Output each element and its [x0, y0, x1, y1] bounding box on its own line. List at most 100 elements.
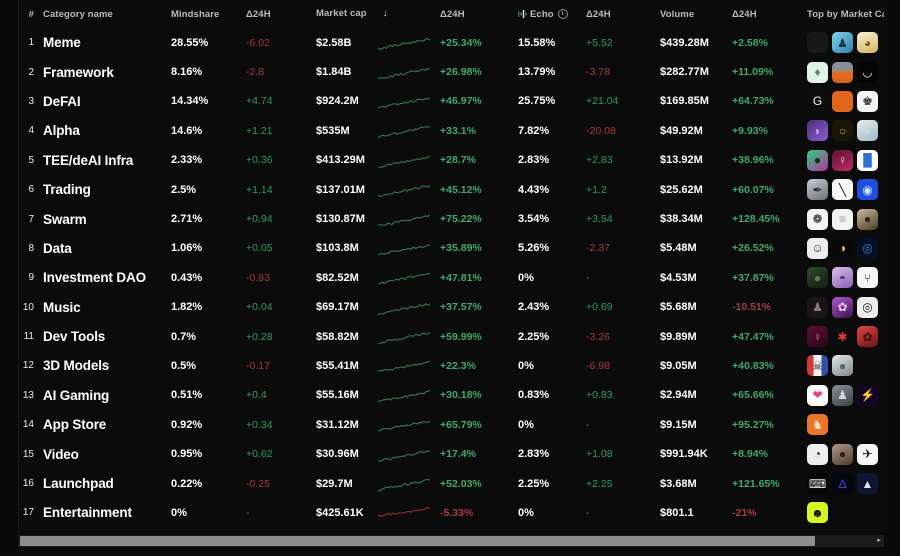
row-category-name[interactable]: Entertainment — [43, 498, 171, 527]
table-row[interactable]: 15Video0.95%+0.62$30.96M+17.4%2.83%+1.08… — [19, 439, 900, 468]
row-category-name[interactable]: AI Gaming — [43, 381, 171, 410]
table-row[interactable]: 3DeFAI14.34%+4.74$924.2M+46.97%25.75%+21… — [19, 87, 900, 116]
row-category-name[interactable]: Music — [43, 293, 171, 322]
column-header-market-cap-24h[interactable]: Δ24H — [440, 0, 518, 28]
row-category-name[interactable]: Framework — [43, 57, 171, 86]
table-row[interactable]: 11Dev Tools0.7%+0.28$58.82M+59.99%2.25%-… — [19, 322, 900, 351]
column-header-mindshare[interactable]: Mindshare — [171, 0, 246, 28]
row-category-name[interactable]: Launchpad — [43, 469, 171, 498]
table-row[interactable]: 4Alpha14.6%+1.21$535M+33.1%7.82%-20.08$4… — [19, 116, 900, 145]
black-dots-avatar[interactable]: ❁ — [807, 209, 828, 230]
row-category-name[interactable]: DeFAI — [43, 87, 171, 116]
dark-bust-avatar[interactable]: ♟ — [807, 297, 828, 318]
row-category-name[interactable]: Meme — [43, 28, 171, 57]
row-category-name[interactable]: 3D Models — [43, 351, 171, 380]
ghost[interactable] — [807, 32, 828, 53]
brown-portrait-avatar[interactable]: ● — [832, 444, 853, 465]
white-tree-avatar[interactable]: ⑂ — [857, 267, 878, 288]
pink-lips-avatar[interactable]: ❤ — [807, 385, 828, 406]
table-row[interactable]: 1Meme28.55%-6.02$2.58B+25.34%15.58%+5.52… — [19, 28, 900, 57]
gray-portrait-avatar[interactable]: ● — [832, 355, 853, 376]
row-category-name[interactable]: Video — [43, 439, 171, 468]
row-volume-24h: +64.73% — [732, 87, 807, 116]
mindshare-value: 14.6% — [171, 125, 202, 137]
flag-skull-avatar[interactable]: ☠ — [807, 355, 828, 376]
table-scroll-container[interactable]: # Category name Mindshare Δ24H Market ca… — [0, 0, 900, 534]
magenta-bulb-avatar[interactable]: ♀ — [807, 326, 828, 347]
table-row[interactable]: 6Trading2.5%+1.14$137.01M+45.12%4.43%+1.… — [19, 175, 900, 204]
table-row[interactable]: 10Music1.82%+0.04$69.17M+37.57%2.43%+0.6… — [19, 293, 900, 322]
row-category-name[interactable]: Trading — [43, 175, 171, 204]
gray-bird-avatar[interactable]: ✒ — [807, 179, 828, 200]
blue-torus-avatar[interactable]: ◎ — [857, 238, 878, 259]
orange-lion-avatar[interactable]: ♞ — [807, 414, 828, 435]
column-header-volume[interactable]: Volume — [660, 0, 732, 28]
table-row[interactable]: 2Framework8.16%-2.8$1.84B+26.98%13.79%-3… — [19, 57, 900, 86]
table-row[interactable]: 5TEE/deAI Infra2.33%+0.36$413.29M+28.7%2… — [19, 146, 900, 175]
row-category-name[interactable]: Swarm — [43, 204, 171, 233]
target-face-avatar[interactable]: ◎ — [857, 297, 878, 318]
white-crest-avatar[interactable]: ♚ — [857, 91, 878, 112]
table-row[interactable]: 123D Models0.5%-0.17$55.41M+22.3%0%-6.98… — [19, 351, 900, 380]
scroll-right-arrow-icon[interactable]: ▸ — [874, 536, 884, 546]
column-header-mindshare-24h[interactable]: Δ24H — [246, 0, 316, 28]
white-text-avatar[interactable]: ≡ — [832, 209, 853, 230]
blue-bars-avatar[interactable]: █ — [857, 150, 878, 171]
horizontal-scrollbar-thumb[interactable] — [20, 536, 815, 546]
table-row[interactable]: 17Entertainment0%-$425.61K-5.33%0%-$801.… — [19, 498, 900, 527]
red-rose-avatar[interactable]: ✿ — [857, 326, 878, 347]
info-circle-icon[interactable] — [558, 9, 568, 19]
table-row[interactable]: 8Data1.06%+0.05$103.8M+35.89%5.26%-2.37$… — [19, 234, 900, 263]
horizontal-scrollbar[interactable]: ◂ ▸ — [18, 535, 884, 547]
volume-24h-value: +128.45% — [732, 213, 780, 225]
column-header-echo[interactable]: Echo — [518, 0, 586, 28]
table-row[interactable]: 9Investment DAO0.43%-0.83$82.52M+47.81%0… — [19, 263, 900, 292]
purple-brain-avatar[interactable]: ◓ — [832, 267, 853, 288]
yellow-moon-avatar[interactable]: ◑ — [832, 238, 853, 259]
column-header-category[interactable]: Category name — [43, 0, 171, 28]
pale-figure-avatar[interactable]: ● — [857, 120, 878, 141]
blue-globe-avatar[interactable]: ◉ — [857, 179, 878, 200]
table-row[interactable]: 16Launchpad0.22%-0.25$29.7M+52.03%2.25%+… — [19, 469, 900, 498]
magenta-figure-avatar[interactable]: ♀ — [832, 150, 853, 171]
purple-bolt-avatar[interactable]: ⚡ — [857, 385, 878, 406]
row-category-name[interactable]: Alpha — [43, 116, 171, 145]
red-s-avatar[interactable]: ✱ — [832, 326, 853, 347]
black-bird-avatar[interactable]: ✈ — [857, 444, 878, 465]
purple-creature-avatar[interactable]: ◗ — [807, 120, 828, 141]
letter-g-avatar[interactable]: G — [807, 91, 828, 112]
volume-24h-value: +9.93% — [732, 125, 768, 137]
swirl-face-avatar[interactable]: ◔ — [807, 444, 828, 465]
white-slash-avatar[interactable]: ╲ — [832, 179, 853, 200]
table-row[interactable]: 13AI Gaming0.51%+0.4$55.16M+30.18%0.83%+… — [19, 381, 900, 410]
sort-descending-icon[interactable]: ↓ — [383, 8, 388, 19]
mint-leaf-avatar[interactable]: ♦ — [807, 62, 828, 83]
pixel-blue-avatar[interactable]: ♟ — [832, 32, 853, 53]
green-suit-avatar[interactable]: ● — [807, 267, 828, 288]
orange-landscape-avatar[interactable] — [832, 62, 853, 83]
orange-solid-avatar[interactable] — [832, 91, 853, 112]
blue-m-avatar[interactable]: ∆ — [832, 473, 853, 494]
column-header-echo-24h[interactable]: Δ24H — [586, 0, 660, 28]
row-category-name[interactable]: Data — [43, 234, 171, 263]
blue-mountain-avatar[interactable]: ▲ — [857, 473, 878, 494]
column-header-market-cap[interactable]: Market cap↓ — [316, 0, 440, 28]
row-category-name[interactable]: Investment DAO — [43, 263, 171, 292]
pink-orb-avatar[interactable]: ✿ — [832, 297, 853, 318]
yellow-frog-avatar[interactable]: ◕ — [857, 32, 878, 53]
white-blob-avatar[interactable]: ☺ — [807, 238, 828, 259]
armored-figure-avatar[interactable]: ♟ — [832, 385, 853, 406]
row-category-name[interactable]: Dev Tools — [43, 322, 171, 351]
row-category-name[interactable]: App Store — [43, 410, 171, 439]
column-header-volume-24h[interactable]: Δ24H — [732, 0, 807, 28]
laptop-icon-avatar[interactable]: ⌨ — [807, 473, 828, 494]
black-smile-avatar[interactable]: ◡ — [857, 62, 878, 83]
table-row[interactable]: 14App Store0.92%+0.34$31.12M+65.79%0%-$9… — [19, 410, 900, 439]
table-row[interactable]: 7Swarm2.71%+0.94$130.87M+75.22%3.54%+3.5… — [19, 204, 900, 233]
bronze-orb-avatar[interactable]: ● — [857, 209, 878, 230]
dark-ring-avatar[interactable]: ○ — [832, 120, 853, 141]
neon-smiley-avatar[interactable]: ☻ — [807, 502, 828, 523]
column-header-rank[interactable]: # — [19, 0, 43, 28]
neon-portrait-avatar[interactable]: ● — [807, 150, 828, 171]
row-category-name[interactable]: TEE/deAI Infra — [43, 146, 171, 175]
